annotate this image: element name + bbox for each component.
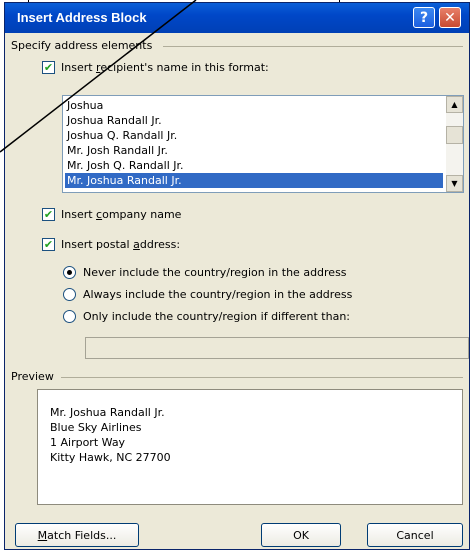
- group-divider: [163, 46, 463, 47]
- scroll-down-icon[interactable]: ▼: [446, 175, 463, 192]
- insert-address-block-dialog: Insert Address Block ? ✕ Specify address…: [4, 2, 470, 550]
- scroll-thumb[interactable]: [446, 126, 463, 144]
- match-fields-button[interactable]: Match Fields...: [15, 523, 139, 547]
- always-include-country-label: Always include the country/region in the…: [83, 288, 353, 301]
- country-region-field[interactable]: [85, 337, 469, 359]
- address-elements-group-label: Specify address elements: [11, 39, 153, 52]
- list-item[interactable]: Joshua Randall Jr.: [65, 113, 443, 128]
- preview-line: Blue Sky Airlines: [50, 421, 142, 434]
- only-if-different-radio[interactable]: [63, 310, 76, 323]
- scroll-up-icon[interactable]: ▲: [446, 96, 463, 113]
- postal-address-checkbox[interactable]: ✔: [42, 238, 55, 251]
- list-item[interactable]: Mr. Josh Randall Jr.: [65, 143, 443, 158]
- name-format-list[interactable]: Joshua Joshua Randall Jr. Joshua Q. Rand…: [62, 95, 464, 193]
- only-if-different-label: Only include the country/region if diffe…: [83, 310, 350, 323]
- list-item[interactable]: Joshua Q. Randall Jr.: [65, 128, 443, 143]
- title-bar: Insert Address Block ? ✕: [5, 3, 469, 33]
- address-preview-box: Mr. Joshua Randall Jr. Blue Sky Airlines…: [37, 389, 463, 505]
- preview-line: Kitty Hawk, NC 27700: [50, 451, 171, 464]
- preview-group-label: Preview: [11, 370, 54, 383]
- company-name-label: Insert company name: [61, 208, 182, 221]
- recipient-name-label: Insert recipient's name in this format:: [61, 61, 269, 74]
- dialog-title: Insert Address Block: [17, 10, 147, 25]
- recipient-name-checkbox[interactable]: ✔: [42, 61, 55, 74]
- list-item[interactable]: Mr. Josh Q. Randall Jr.: [65, 158, 443, 173]
- preview-line: Mr. Joshua Randall Jr.: [50, 406, 165, 419]
- postal-address-label: Insert postal address:: [61, 238, 181, 251]
- help-icon[interactable]: ?: [413, 7, 435, 28]
- never-include-country-radio[interactable]: [63, 266, 76, 279]
- list-item[interactable]: Joshua: [65, 98, 443, 113]
- preview-line: 1 Airport Way: [50, 436, 126, 449]
- ok-button[interactable]: OK: [261, 523, 341, 547]
- list-scrollbar[interactable]: ▲ ▼: [446, 96, 463, 192]
- company-name-checkbox[interactable]: ✔: [42, 208, 55, 221]
- never-include-country-label: Never include the country/region in the …: [83, 266, 347, 279]
- always-include-country-radio[interactable]: [63, 288, 76, 301]
- cancel-button[interactable]: Cancel: [367, 523, 463, 547]
- close-icon[interactable]: ✕: [439, 7, 461, 28]
- preview-divider: [61, 377, 463, 378]
- list-item-selected[interactable]: Mr. Joshua Randall Jr.: [65, 173, 443, 188]
